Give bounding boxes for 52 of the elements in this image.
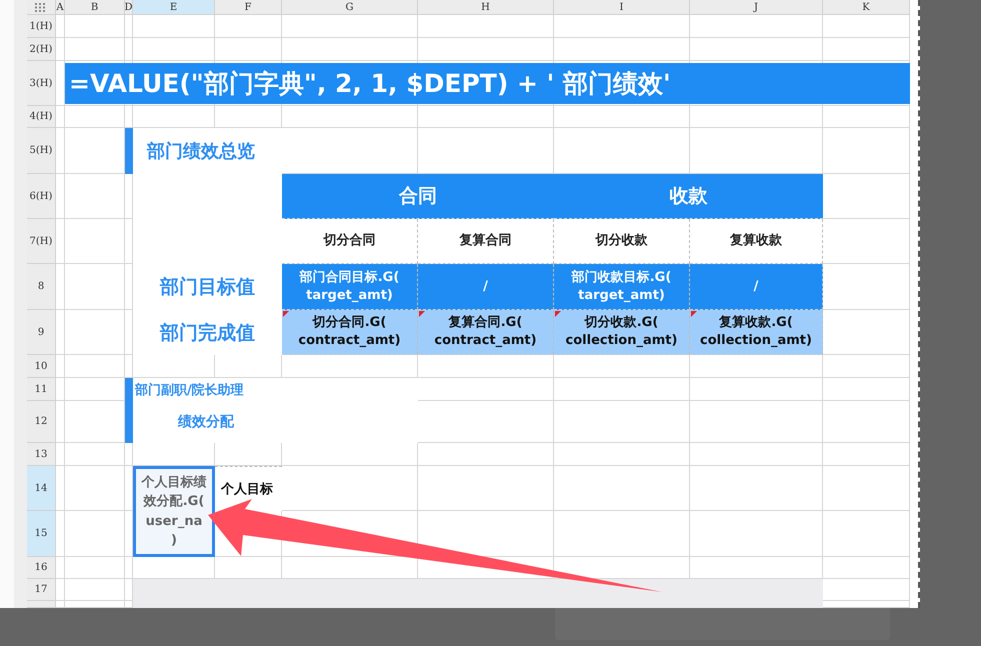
section-heading: 部门绩效总览 [133,128,282,174]
formula-cell: / [690,264,823,310]
column-label: 切分收款 [554,219,690,264]
row-header[interactable]: 2(H) [27,38,56,61]
formula-cell: 切分收款.G( collection_amt) [554,310,690,355]
section-heading: 部门副职/院长助理 [133,378,418,401]
row-header[interactable]: 13 [27,443,56,466]
grid-icon [35,2,47,12]
formula-cell: 部门合同目标.G( target_amt) [282,264,418,310]
formula-cell: 复算合同.G( contract_amt) [418,310,554,355]
section-heading: 绩效分配 [133,401,418,443]
column-label: 复算合同 [418,219,554,264]
accent-bar [125,378,133,443]
column-header[interactable]: A [56,0,65,15]
column-header[interactable]: F [215,0,282,15]
row-label: 部门目标值 [133,174,282,310]
row-header[interactable]: 11 [27,378,56,401]
row-header[interactable]: 14 [27,466,56,511]
formula-cell: 切分合同.G( contract_amt) [282,310,418,355]
cell-label: 个人目标 [215,466,282,511]
row-header[interactable]: 4(H) [27,106,56,128]
formula-cell: / [418,264,554,310]
formula-title: =VALUE("部门字典", 2, 1, $DEPT) + ' 部门绩效' [65,63,910,104]
group-header: 收款 [554,174,823,219]
column-header[interactable]: G [282,0,418,15]
formula-cell: 复算收款.G( collection_amt) [690,310,823,355]
row-header[interactable]: 12 [27,401,56,443]
column-header[interactable]: B [65,0,125,15]
row-header[interactable]: 9 [27,310,56,355]
row-header[interactable]: 15 [27,511,56,557]
group-header: 合同 [282,174,554,219]
accent-bar [125,128,133,174]
row-header[interactable]: 3(H) [27,61,56,106]
formula-cell: 部门收款目标.G( target_amt) [554,264,690,310]
row-header[interactable]: 5(H) [27,128,56,174]
row-header[interactable]: 1(H) [27,15,56,38]
row-header[interactable]: 7(H) [27,219,56,264]
column-header[interactable]: J [690,0,823,15]
row-header[interactable]: 17 [27,579,56,601]
column-header[interactable]: D [125,0,133,15]
column-label: 复算收款 [690,219,823,264]
row-header[interactable]: 16 [27,557,56,579]
column-header[interactable]: E [133,0,215,15]
row-label: 部门完成值 [133,310,282,355]
column-header[interactable]: H [418,0,554,15]
column-header[interactable]: K [823,0,910,15]
row-header[interactable]: 8 [27,264,56,310]
column-header[interactable]: I [554,0,690,15]
row-header[interactable]: 6(H) [27,174,56,219]
row-header[interactable]: 10 [27,355,56,378]
formula-cell[interactable]: 个人目标绩效分配.G( user_na ) [133,466,215,557]
column-label: 切分合同 [282,219,418,264]
